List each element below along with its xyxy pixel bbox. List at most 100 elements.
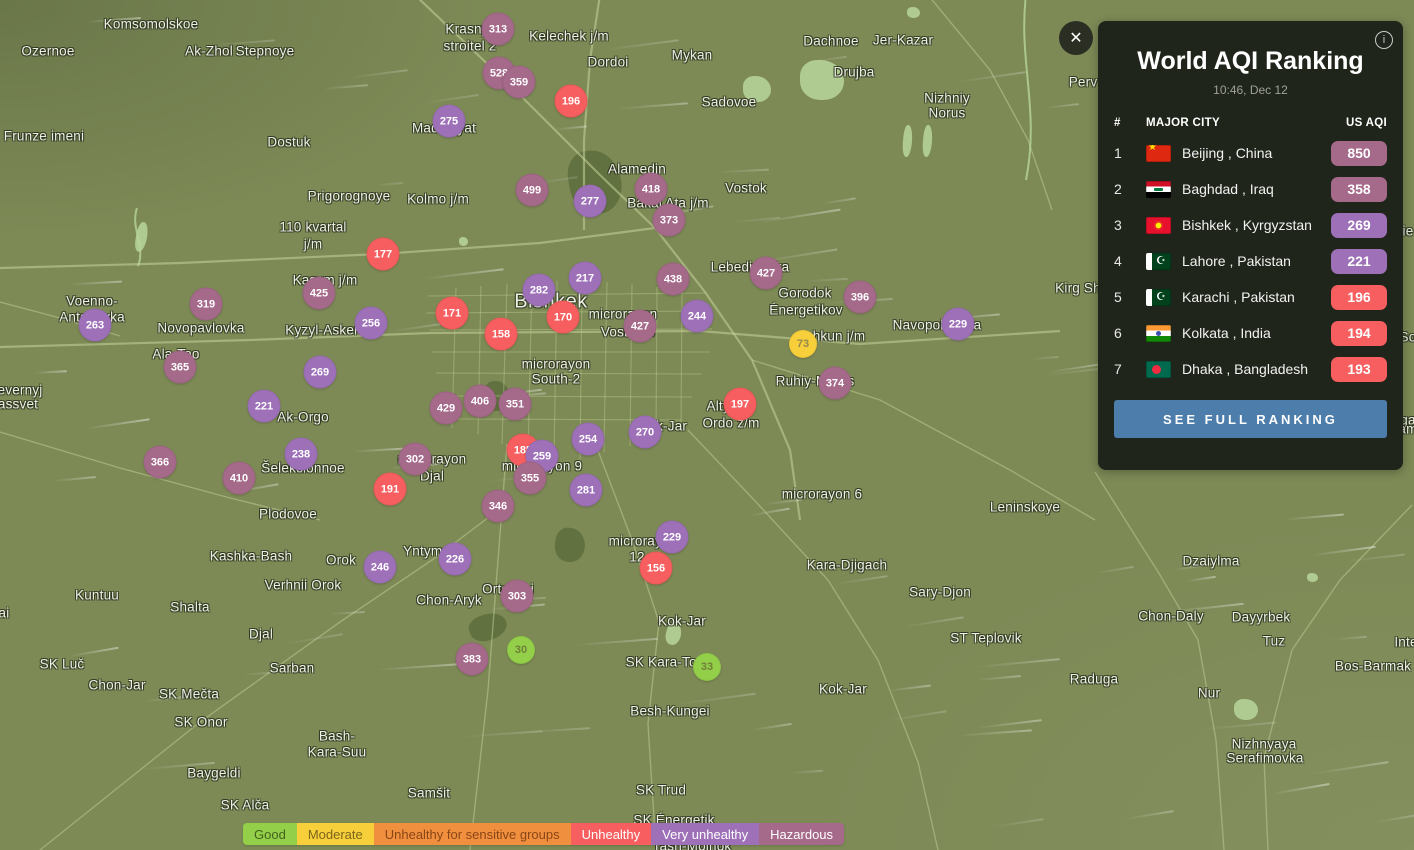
- city-name: Karachi , Pakistan: [1182, 289, 1295, 305]
- aqi-marker[interactable]: 355: [513, 461, 547, 495]
- aqi-marker[interactable]: 246: [363, 550, 397, 584]
- aqi-marker[interactable]: 256: [354, 306, 388, 340]
- map-place-label: ai: [0, 605, 10, 621]
- aqi-marker[interactable]: 270: [628, 415, 662, 449]
- map-place-label: Kuntuu: [75, 587, 119, 603]
- aqi-marker[interactable]: 396: [843, 280, 877, 314]
- map-place-label: Ozernoe: [21, 43, 75, 59]
- see-full-ranking-button[interactable]: SEE FULL RANKING: [1114, 400, 1387, 438]
- close-icon[interactable]: ✕: [1059, 21, 1093, 55]
- rank-number: 1: [1114, 145, 1122, 161]
- aqi-marker[interactable]: 319: [189, 287, 223, 321]
- aqi-marker[interactable]: 221: [247, 389, 281, 423]
- info-icon[interactable]: i: [1375, 31, 1393, 49]
- aqi-marker[interactable]: 374: [818, 366, 852, 400]
- column-rank: #: [1114, 117, 1121, 129]
- aqi-marker[interactable]: 254: [571, 422, 605, 456]
- aqi-marker[interactable]: 229: [655, 520, 689, 554]
- aqi-marker[interactable]: 226: [438, 542, 472, 576]
- aqi-map[interactable]: Komsomolskoe Ozernoe Ak-Zhol Stepnoye Kelech…: [0, 0, 1414, 850]
- aqi-marker[interactable]: 170: [546, 300, 580, 334]
- map-place-label: Chon-Aryk: [416, 592, 482, 608]
- map-place-label: SK Mečta: [158, 686, 220, 702]
- column-city: MAJOR CITY: [1146, 117, 1220, 129]
- ranking-row[interactable]: 2 Baghdad , Iraq 358: [1114, 171, 1387, 207]
- aqi-marker[interactable]: 269: [303, 355, 337, 389]
- map-place-label: Énergetikov: [769, 302, 843, 318]
- aqi-badge: 221: [1331, 248, 1387, 274]
- legend-item-usg: Unhealthy for sensitive groups: [373, 823, 571, 845]
- aqi-marker[interactable]: 302: [398, 442, 432, 476]
- aqi-marker[interactable]: 275: [432, 104, 466, 138]
- ranking-row[interactable]: 4 Lahore , Pakistan 221: [1114, 243, 1387, 279]
- aqi-marker[interactable]: 427: [623, 309, 657, 343]
- aqi-marker[interactable]: 156: [639, 551, 673, 585]
- map-place-label: Nizhniy: [924, 90, 970, 106]
- aqi-marker[interactable]: 281: [569, 473, 603, 507]
- aqi-marker[interactable]: 438: [656, 262, 690, 296]
- aqi-marker[interactable]: 238: [284, 437, 318, 471]
- aqi-marker[interactable]: 277: [573, 184, 607, 218]
- map-place-label: microrayon 6: [781, 486, 863, 502]
- aqi-marker[interactable]: 410: [222, 461, 256, 495]
- map-place-label: Drujba: [833, 64, 875, 80]
- aqi-marker[interactable]: 196: [554, 84, 588, 118]
- aqi-marker[interactable]: 30: [507, 636, 535, 664]
- rank-number: 4: [1114, 253, 1122, 269]
- panel-title: World AQI Ranking: [1137, 47, 1364, 75]
- aqi-marker[interactable]: 427: [749, 256, 783, 290]
- map-place-label: South-2: [531, 371, 581, 387]
- aqi-marker[interactable]: 303: [500, 579, 534, 613]
- city-name: Kolkata , India: [1182, 325, 1271, 341]
- map-place-label: ie: [1402, 223, 1414, 239]
- map-place-label: Kyzyl-Asker: [285, 322, 359, 338]
- aqi-marker[interactable]: 429: [429, 391, 463, 425]
- map-place-label: Voenno-: [66, 293, 118, 309]
- ranking-row[interactable]: 3 Bishkek , Kyrgyzstan 269: [1114, 207, 1387, 243]
- aqi-marker[interactable]: 158: [484, 317, 518, 351]
- rank-number: 5: [1114, 289, 1122, 305]
- aqi-marker[interactable]: 191: [373, 472, 407, 506]
- aqi-marker[interactable]: 351: [498, 387, 532, 421]
- aqi-marker[interactable]: 359: [502, 65, 536, 99]
- map-place-label: Djal: [248, 626, 274, 642]
- map-place-label: Raduga: [1069, 671, 1119, 687]
- map-place-label: Bash-: [318, 728, 356, 744]
- aqi-marker[interactable]: 197: [723, 387, 757, 421]
- aqi-marker[interactable]: 229: [941, 307, 975, 341]
- map-place-label: Plodovoe: [259, 506, 317, 522]
- aqi-marker[interactable]: 282: [522, 273, 556, 307]
- ranking-row[interactable]: 1 Beijing , China 850: [1114, 135, 1387, 171]
- aqi-marker[interactable]: 499: [515, 173, 549, 207]
- aqi-marker[interactable]: 263: [78, 308, 112, 342]
- aqi-marker[interactable]: 33: [693, 653, 721, 681]
- rank-number: 3: [1114, 217, 1122, 233]
- aqi-marker[interactable]: 177: [366, 237, 400, 271]
- map-place-label: Kelechek j/m: [529, 28, 609, 44]
- ranking-row[interactable]: 6 Kolkata , India 194: [1114, 315, 1387, 351]
- map-place-label: Chon-Daly: [1138, 608, 1204, 624]
- aqi-marker[interactable]: 346: [481, 489, 515, 523]
- aqi-marker[interactable]: 313: [481, 12, 515, 46]
- legend-item-good: Good: [243, 823, 297, 845]
- aqi-marker[interactable]: 373: [652, 203, 686, 237]
- flag-india-icon: [1146, 324, 1171, 342]
- aqi-marker[interactable]: 244: [680, 299, 714, 333]
- map-place-label: Sarban: [269, 660, 315, 676]
- aqi-marker[interactable]: 217: [568, 261, 602, 295]
- aqi-marker[interactable]: 73: [789, 330, 817, 358]
- ranking-row[interactable]: 5 Karachi , Pakistan 196: [1114, 279, 1387, 315]
- column-aqi: US AQI: [1346, 117, 1387, 129]
- aqi-marker[interactable]: 366: [143, 445, 177, 479]
- aqi-marker[interactable]: 365: [163, 350, 197, 384]
- map-place-label: Mykan: [671, 47, 713, 63]
- aqi-marker[interactable]: 171: [435, 296, 469, 330]
- map-place-label: assvet: [0, 396, 39, 412]
- aqi-marker[interactable]: 425: [302, 276, 336, 310]
- aqi-marker[interactable]: 406: [463, 384, 497, 418]
- aqi-marker[interactable]: 418: [634, 172, 668, 206]
- ranking-row[interactable]: 7 Dhaka , Bangladesh 193: [1114, 351, 1387, 387]
- aqi-marker[interactable]: 383: [455, 642, 489, 676]
- map-place-label: microrayon: [521, 356, 591, 372]
- map-place-label: Inte: [1394, 634, 1414, 650]
